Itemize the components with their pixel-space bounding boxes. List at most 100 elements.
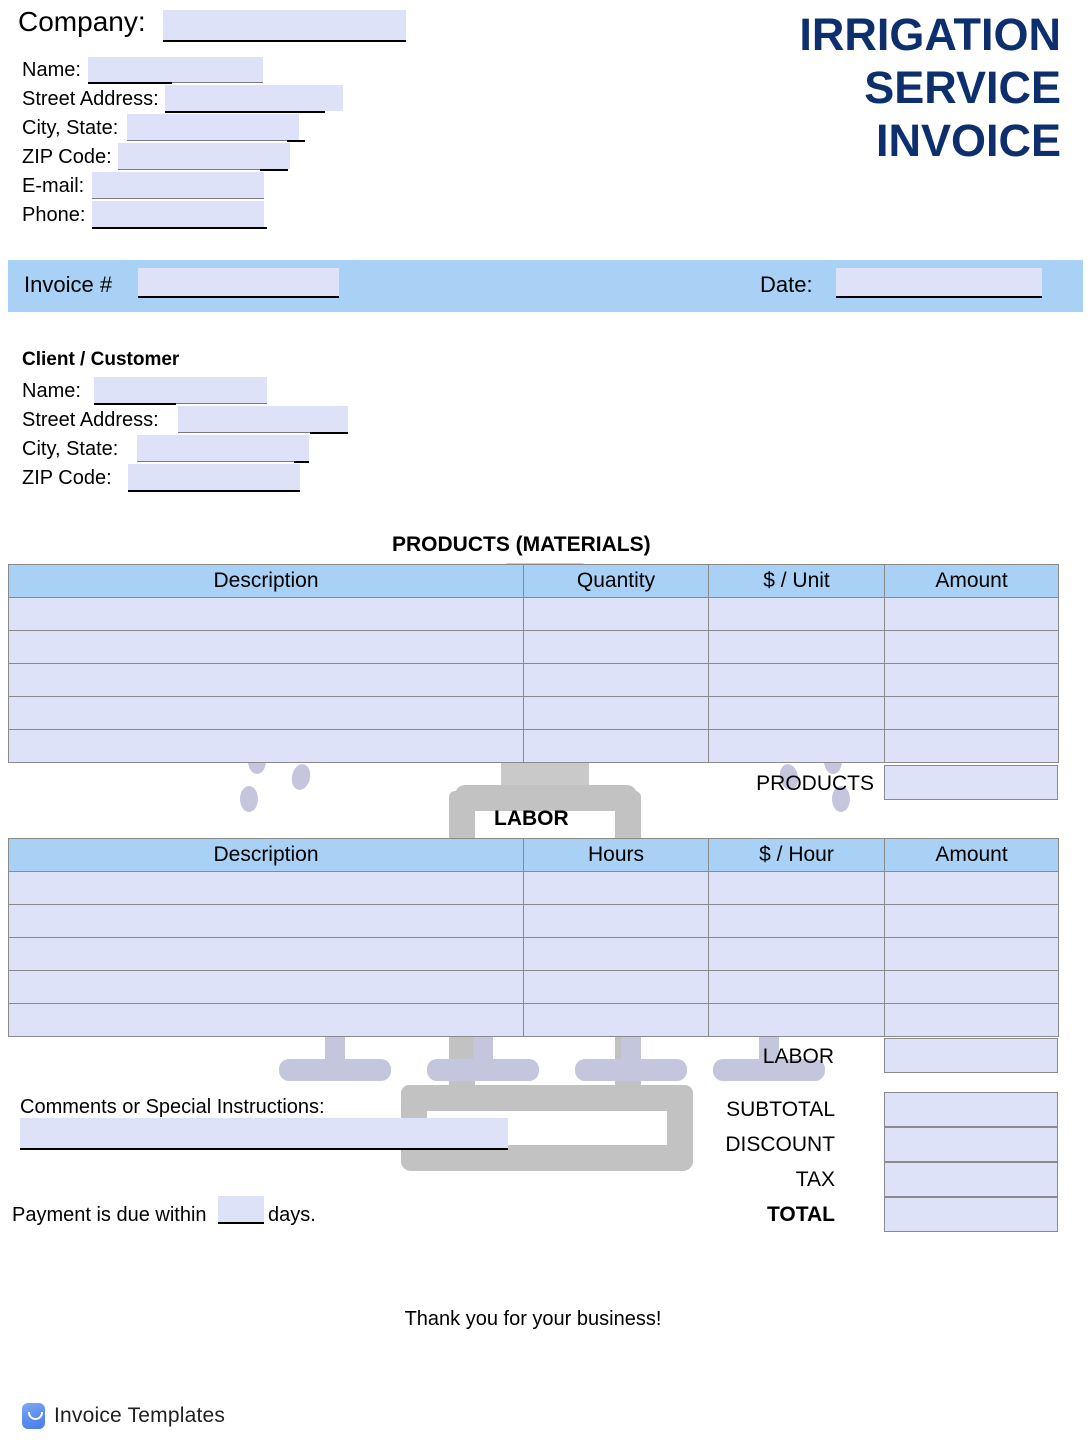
subtotal-value[interactable] xyxy=(884,1092,1058,1127)
client-name-input[interactable] xyxy=(94,377,267,403)
labor-cell-amount[interactable] xyxy=(884,970,1059,1004)
products-cell-amount[interactable] xyxy=(884,696,1059,730)
products-cell-amount[interactable] xyxy=(884,630,1059,664)
products-cell-description[interactable] xyxy=(8,630,524,664)
products-col-description: Description xyxy=(8,564,524,598)
company-name-input[interactable] xyxy=(163,10,406,40)
labor-cell-hourly-rate[interactable] xyxy=(708,937,885,971)
invoice-date-label: Date: xyxy=(760,272,813,297)
labor-cell-description[interactable] xyxy=(8,970,524,1004)
client-field-label-name: Name: xyxy=(22,380,81,402)
labor-cell-hourly-rate[interactable] xyxy=(708,904,885,938)
company-street-input[interactable] xyxy=(165,85,343,111)
products-cell-quantity[interactable] xyxy=(523,696,709,730)
labor-header-row: Description Hours $ / Hour Amount xyxy=(8,838,1059,872)
company-city-state-rule-end xyxy=(287,140,305,142)
labor-col-hourly-rate: $ / Hour xyxy=(708,838,885,872)
invoice-date-input[interactable] xyxy=(836,268,1042,296)
invoice-number-input[interactable] xyxy=(138,268,339,296)
brand-name: Invoice Templates xyxy=(54,1404,226,1427)
thank-you-message: Thank you for your business! xyxy=(404,1308,662,1330)
title-line-3: INVOICE xyxy=(875,115,1061,167)
products-cell-description[interactable] xyxy=(8,696,524,730)
total-label: TOTAL xyxy=(766,1203,835,1226)
labor-cell-hours[interactable] xyxy=(523,871,709,905)
products-cell-quantity[interactable] xyxy=(523,663,709,697)
company-email-rule xyxy=(92,198,264,199)
labor-cell-amount[interactable] xyxy=(884,904,1059,938)
products-total-label: PRODUCTS xyxy=(756,772,874,795)
products-total-value[interactable] xyxy=(884,765,1058,800)
labor-cell-hours[interactable] xyxy=(523,970,709,1004)
client-zip-rule xyxy=(128,490,300,492)
client-street-input[interactable] xyxy=(178,406,348,432)
products-cell-amount[interactable] xyxy=(884,597,1059,631)
client-city-state-rule-end xyxy=(294,461,309,463)
labor-cell-description[interactable] xyxy=(8,904,524,938)
products-cell-unit-price[interactable] xyxy=(708,630,885,664)
labor-total-value[interactable] xyxy=(884,1038,1058,1073)
company-contact-name-rule-ext xyxy=(172,82,263,83)
labor-cell-hours[interactable] xyxy=(523,904,709,938)
labor-cell-description[interactable] xyxy=(8,871,524,905)
products-cell-amount[interactable] xyxy=(884,729,1059,763)
table-row xyxy=(8,630,1059,664)
comments-input[interactable] xyxy=(20,1118,508,1148)
tax-label: TAX xyxy=(795,1168,835,1191)
company-name-rule xyxy=(163,40,406,42)
payment-days-input[interactable] xyxy=(218,1196,264,1222)
products-cell-quantity[interactable] xyxy=(523,597,709,631)
discount-value[interactable] xyxy=(884,1127,1058,1162)
labor-table: Description Hours $ / Hour Amount xyxy=(8,838,1059,1037)
products-cell-unit-price[interactable] xyxy=(708,597,885,631)
title-line-2: SERVICE xyxy=(864,62,1061,114)
table-row xyxy=(8,871,1059,905)
labor-cell-hourly-rate[interactable] xyxy=(708,970,885,1004)
products-cell-amount[interactable] xyxy=(884,663,1059,697)
products-cell-quantity[interactable] xyxy=(523,729,709,763)
client-zip-input[interactable] xyxy=(128,464,300,490)
client-street-rule-end xyxy=(310,432,348,434)
labor-cell-hourly-rate[interactable] xyxy=(708,871,885,905)
labor-col-amount: Amount xyxy=(884,838,1059,872)
company-street-rule xyxy=(165,111,325,113)
company-field-label-city: City, State: xyxy=(22,117,119,139)
products-cell-unit-price[interactable] xyxy=(708,696,885,730)
payment-terms-prefix: Payment is due within xyxy=(12,1204,207,1226)
products-cell-unit-price[interactable] xyxy=(708,663,885,697)
labor-cell-hours[interactable] xyxy=(523,937,709,971)
labor-cell-hourly-rate[interactable] xyxy=(708,1003,885,1037)
company-field-label-name: Name: xyxy=(22,59,81,81)
client-field-label-zip: ZIP Code: xyxy=(22,467,112,489)
labor-cell-amount[interactable] xyxy=(884,1003,1059,1037)
products-cell-unit-price[interactable] xyxy=(708,729,885,763)
client-street-rule xyxy=(178,432,310,433)
company-phone-input[interactable] xyxy=(92,201,264,227)
products-col-amount: Amount xyxy=(884,564,1059,598)
client-city-state-input[interactable] xyxy=(137,435,309,461)
company-zip-input[interactable] xyxy=(118,143,290,169)
client-field-label-street: Street Address: xyxy=(22,409,159,431)
products-cell-quantity[interactable] xyxy=(523,630,709,664)
labor-cell-hours[interactable] xyxy=(523,1003,709,1037)
company-city-state-input[interactable] xyxy=(127,114,299,140)
table-row xyxy=(8,904,1059,938)
labor-cell-amount[interactable] xyxy=(884,937,1059,971)
products-cell-description[interactable] xyxy=(8,729,524,763)
total-value[interactable] xyxy=(884,1197,1058,1232)
products-cell-description[interactable] xyxy=(8,663,524,697)
company-contact-name-input[interactable] xyxy=(88,57,263,82)
tax-value[interactable] xyxy=(884,1162,1058,1197)
discount-label: DISCOUNT xyxy=(725,1133,835,1156)
company-phone-rule xyxy=(92,227,267,229)
company-email-input[interactable] xyxy=(92,172,264,198)
company-zip-rule-end xyxy=(260,169,288,171)
labor-cell-amount[interactable] xyxy=(884,871,1059,905)
products-cell-description[interactable] xyxy=(8,597,524,631)
client-city-state-rule xyxy=(137,461,294,462)
table-row xyxy=(8,937,1059,971)
products-col-unit-price: $ / Unit xyxy=(708,564,885,598)
labor-cell-description[interactable] xyxy=(8,937,524,971)
brand-logo[interactable]: Invoice Templates xyxy=(22,1403,225,1429)
labor-cell-description[interactable] xyxy=(8,1003,524,1037)
